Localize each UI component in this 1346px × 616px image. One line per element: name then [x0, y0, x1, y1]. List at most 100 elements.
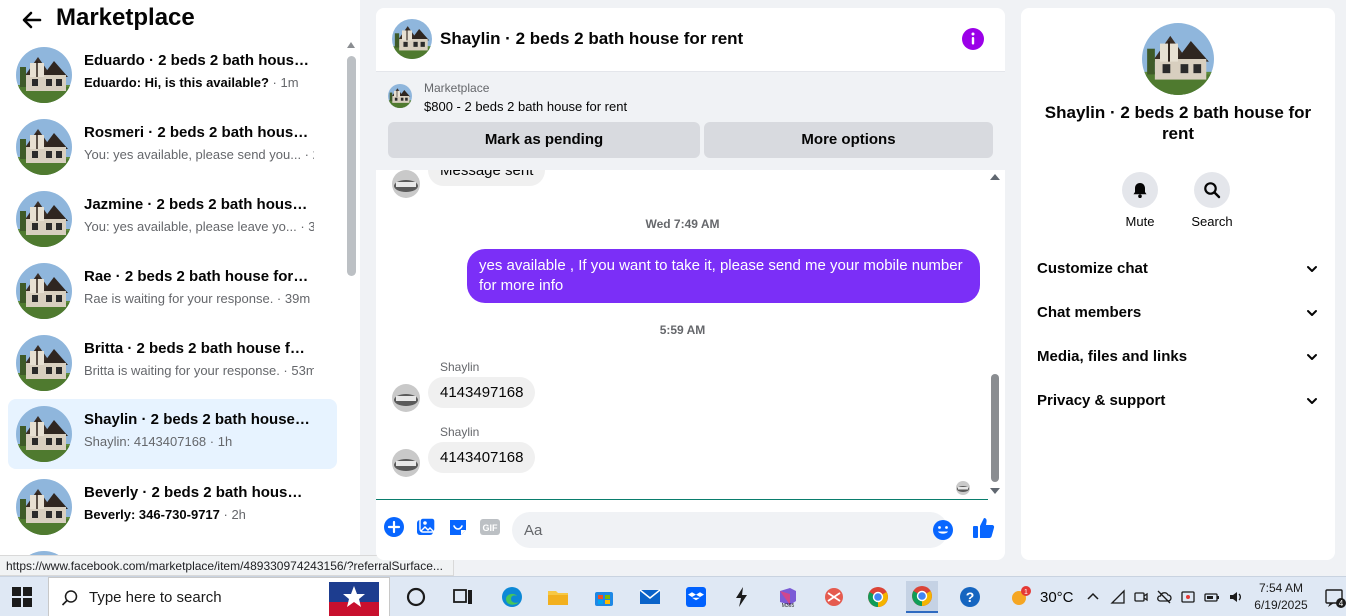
chat-scroll-down-arrow[interactable] [990, 488, 1000, 494]
marketplace-label: Marketplace [424, 81, 490, 95]
listing-thumbnail [16, 406, 72, 462]
chrome-profile-icon[interactable] [862, 581, 894, 613]
search-label: Search [1191, 214, 1233, 229]
more-options-button[interactable]: More options [704, 122, 993, 158]
conversation-snippet: You: yes available, please leave yo... ·… [84, 219, 314, 234]
chrome-active-icon[interactable] [906, 581, 938, 613]
message-timestamp: 5:59 AM [659, 323, 706, 337]
sidebar-title: Marketplace [56, 4, 195, 31]
chevron-down-icon [1307, 354, 1317, 360]
sender-avatar [392, 449, 420, 477]
section-customize-chat[interactable]: Customize chat [1037, 249, 1319, 289]
sidebar-scroll-up-arrow[interactable] [347, 42, 355, 48]
weather-icon[interactable]: 1 [1003, 581, 1035, 613]
camera-icon[interactable] [1133, 589, 1149, 605]
conversation-item-rae[interactable]: Rae · 2 beds 2 bath house for rent Rae i… [8, 256, 337, 326]
conversation-item-eduardo[interactable]: Eduardo · 2 beds 2 bath house for rent E… [8, 40, 337, 110]
listing-title[interactable]: $800 - 2 beds 2 bath house for rent [424, 99, 627, 114]
sidebar-scrollbar[interactable] [347, 56, 356, 276]
sender-avatar [392, 384, 420, 412]
show-hidden-icons-chevron-icon[interactable] [1085, 589, 1101, 605]
chat-scrollbar[interactable] [991, 374, 999, 482]
mail-icon[interactable] [634, 581, 666, 613]
conversation-snippet: Britta is waiting for your response. · 5… [84, 363, 314, 378]
chat-header: Shaylin · 2 beds 2 bath house for rent [376, 8, 1005, 72]
profile-avatar[interactable] [1142, 23, 1214, 95]
conversation-title: Rosmeri · 2 beds 2 bath house for rent [84, 124, 310, 141]
dropbox-icon[interactable] [680, 581, 712, 613]
chat-avatar[interactable] [392, 19, 432, 59]
mute-label: Mute [1125, 214, 1155, 229]
thumbs-up-icon[interactable] [972, 516, 996, 540]
conversation-title: Rae · 2 beds 2 bath house for rent [84, 268, 310, 285]
message-input[interactable] [512, 512, 948, 548]
conversation-item-beverly[interactable]: Beverly · 2 beds 2 bath house for rent B… [8, 472, 337, 542]
conversation-item-rosmeri[interactable]: Rosmeri · 2 beds 2 bath house for rent Y… [8, 112, 337, 182]
message-timestamp: Wed 7:49 AM [645, 217, 720, 231]
conversation-title: Jazmine · 2 beds 2 bath house for rent [84, 196, 310, 213]
conversation-snippet: You: yes available, please send you... ·… [84, 147, 314, 162]
gif-icon[interactable]: GIF [479, 516, 501, 538]
windows-start-icon[interactable] [12, 587, 32, 607]
conversation-item-britta[interactable]: Britta · 2 beds 2 bath house for rent Br… [8, 328, 337, 398]
system-clock[interactable]: 7:54 AM 6/19/2025 [1252, 580, 1310, 614]
sender-avatar [392, 170, 420, 198]
photo-icon[interactable] [415, 516, 437, 538]
help-icon[interactable]: ? [954, 581, 986, 613]
listing-thumbnail[interactable] [388, 84, 412, 108]
emoji-icon[interactable] [932, 519, 954, 541]
conversation-title: Beverly · 2 beds 2 bath house for rent [84, 484, 310, 501]
conversation-title: Britta · 2 beds 2 bath house for rent [84, 340, 310, 357]
conversation-item-jazmine[interactable]: Jazmine · 2 beds 2 bath house for rent Y… [8, 184, 337, 254]
info-icon[interactable] [962, 28, 984, 50]
cloud-offline-icon[interactable] [1156, 589, 1172, 605]
back-arrow-icon[interactable] [20, 8, 44, 32]
clock-date: 6/19/2025 [1254, 598, 1308, 612]
listing-thumbnail [16, 191, 72, 247]
message-bubble-incoming: 4143407168 [428, 442, 536, 473]
chat-panel: Shaylin · 2 beds 2 bath house for rent M… [376, 8, 1005, 560]
edge-browser-icon[interactable] [496, 581, 528, 613]
chat-scroll-up-arrow[interactable] [990, 174, 1000, 180]
conversation-sidebar: Marketplace Eduardo · 2 beds 2 bath hous… [0, 0, 360, 576]
mute-button[interactable]: Mute [1110, 172, 1170, 229]
section-media-files-links[interactable]: Media, files and links [1037, 337, 1319, 377]
security-icon[interactable] [1180, 589, 1196, 605]
taskbar-search-box[interactable]: Type here to search [48, 577, 390, 616]
search-in-conversation-button[interactable]: Search [1182, 172, 1242, 229]
network-icon[interactable] [1110, 589, 1126, 605]
weather-temperature[interactable]: 30°C [1040, 589, 1074, 606]
conversation-snippet: Beverly: 346-730-9717 · 2h [84, 507, 246, 522]
mark-as-pending-button[interactable]: Mark as pending [388, 122, 700, 158]
windows-taskbar: Type here to search M365 ? 1 30°C 7:54 A… [0, 576, 1346, 616]
sticker-icon[interactable] [447, 516, 469, 538]
conversation-title: Shaylin · 2 beds 2 bath house for rent [84, 411, 310, 428]
listing-thumbnail [16, 335, 72, 391]
search-icon [61, 590, 78, 606]
snipping-tool-icon[interactable] [818, 581, 850, 613]
taskbar-search-placeholder: Type here to search [89, 589, 222, 606]
weather-alert-badge: 1 [1024, 589, 1028, 596]
chevron-down-icon [1307, 266, 1317, 272]
listing-thumbnail [16, 47, 72, 103]
task-view-cortana-icon[interactable] [400, 581, 432, 613]
chevron-down-icon [1307, 310, 1317, 316]
conversation-item-shaylin[interactable]: Shaylin · 2 beds 2 bath house for rent S… [8, 399, 337, 469]
section-privacy-support[interactable]: Privacy & support [1037, 381, 1319, 421]
notification-count-badge: 4 [1339, 599, 1344, 608]
microsoft-365-icon[interactable]: M365 [772, 581, 804, 613]
file-explorer-icon[interactable] [542, 581, 574, 613]
notification-center-icon[interactable]: 4 [1324, 587, 1346, 609]
chat-title[interactable]: Shaylin · 2 beds 2 bath house for rent [440, 29, 743, 49]
microsoft-store-icon[interactable] [588, 581, 620, 613]
plus-circle-icon[interactable] [383, 516, 405, 538]
message-bubble-outgoing: yes available , If you want to take it, … [467, 249, 980, 303]
listing-thumbnail [16, 119, 72, 175]
volume-icon[interactable] [1228, 589, 1244, 605]
listing-thumbnail [16, 479, 72, 535]
section-chat-members[interactable]: Chat members [1037, 293, 1319, 333]
task-view-icon[interactable] [447, 581, 479, 613]
app-lightning-icon[interactable] [726, 581, 758, 613]
battery-icon[interactable] [1204, 589, 1220, 605]
svg-text:?: ? [966, 589, 975, 605]
